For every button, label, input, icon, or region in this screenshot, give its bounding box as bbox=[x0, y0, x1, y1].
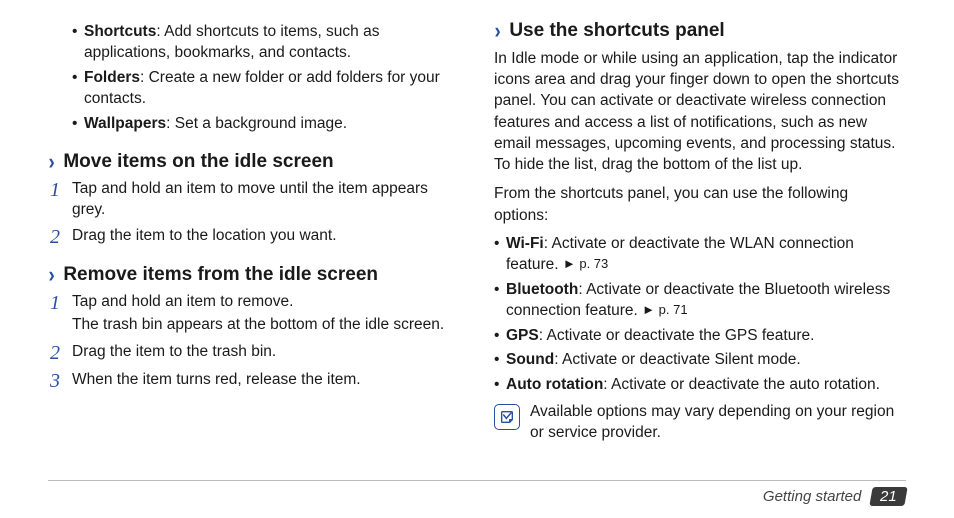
page-ref: ► p. 71 bbox=[642, 302, 687, 317]
section-heading: › Use the shortcuts panel bbox=[494, 18, 906, 42]
paragraph: In Idle mode or while using an applicati… bbox=[494, 48, 906, 175]
option-item: • Auto rotation: Activate or deactivate … bbox=[494, 375, 906, 396]
bullet-text: Shortcuts: Add shortcuts to items, such … bbox=[84, 22, 460, 64]
step-number: 3 bbox=[48, 370, 72, 392]
left-column: • Shortcuts: Add shortcuts to items, suc… bbox=[48, 18, 460, 468]
step: 2 Drag the item to the trash bin. bbox=[48, 342, 460, 364]
step: 1 Tap and hold an item to move until the… bbox=[48, 179, 460, 221]
bullet-icon: • bbox=[72, 114, 84, 135]
chevron-icon: › bbox=[49, 264, 55, 286]
section-heading: › Move items on the idle screen bbox=[48, 149, 460, 173]
step-text: Tap and hold an item to remove. The tras… bbox=[72, 292, 460, 336]
bullet-icon: • bbox=[494, 280, 506, 322]
page-ref: ► p. 73 bbox=[563, 256, 608, 271]
option-text: Sound: Activate or deactivate Silent mod… bbox=[506, 350, 906, 371]
note: Available options may vary depending on … bbox=[494, 402, 906, 444]
option-term: Auto rotation bbox=[506, 376, 603, 393]
step-text: When the item turns red, release the ite… bbox=[72, 370, 460, 392]
option-desc: : Activate or deactivate the GPS feature… bbox=[539, 327, 815, 344]
manual-page: • Shortcuts: Add shortcuts to items, suc… bbox=[0, 0, 954, 518]
step-number: 2 bbox=[48, 342, 72, 364]
option-text: GPS: Activate or deactivate the GPS feat… bbox=[506, 326, 906, 347]
section-title: Remove items from the idle screen bbox=[63, 264, 378, 286]
note-text: Available options may vary depending on … bbox=[530, 402, 906, 444]
footer-section-name: Getting started bbox=[763, 488, 861, 505]
section-title: Move items on the idle screen bbox=[63, 151, 333, 173]
bullet-term: Folders bbox=[84, 69, 140, 86]
option-desc: : Activate or deactivate the WLAN connec… bbox=[506, 235, 854, 273]
step-main: Tap and hold an item to remove. bbox=[72, 293, 293, 310]
page-number: 21 bbox=[880, 488, 897, 505]
option-term: Sound bbox=[506, 351, 554, 368]
section-title: Use the shortcuts panel bbox=[509, 20, 724, 42]
right-column: › Use the shortcuts panel In Idle mode o… bbox=[494, 18, 906, 468]
option-text: Wi-Fi: Activate or deactivate the WLAN c… bbox=[506, 234, 906, 276]
bullet-icon: • bbox=[494, 326, 506, 347]
bullet-text: Wallpapers: Set a background image. bbox=[84, 114, 460, 135]
step-text: Drag the item to the location you want. bbox=[72, 226, 460, 248]
option-item: • Sound: Activate or deactivate Silent m… bbox=[494, 350, 906, 371]
step-sub: The trash bin appears at the bottom of t… bbox=[72, 315, 460, 336]
option-item: • Wi-Fi: Activate or deactivate the WLAN… bbox=[494, 234, 906, 276]
bullet-item: • Folders: Create a new folder or add fo… bbox=[72, 68, 460, 110]
bullet-item: • Wallpapers: Set a background image. bbox=[72, 114, 460, 135]
option-term: Bluetooth bbox=[506, 281, 578, 298]
bullet-icon: • bbox=[494, 350, 506, 371]
bullet-term: Shortcuts bbox=[84, 23, 156, 40]
note-icon bbox=[494, 404, 520, 430]
option-text: Auto rotation: Activate or deactivate th… bbox=[506, 375, 906, 396]
paragraph: From the shortcuts panel, you can use th… bbox=[494, 183, 906, 225]
chevron-icon: › bbox=[49, 151, 55, 173]
section-heading: › Remove items from the idle screen bbox=[48, 262, 460, 286]
bullet-item: • Shortcuts: Add shortcuts to items, suc… bbox=[72, 22, 460, 64]
step: 3 When the item turns red, release the i… bbox=[48, 370, 460, 392]
footer: Getting started 21 bbox=[48, 480, 906, 518]
option-term: GPS bbox=[506, 327, 539, 344]
option-desc: : Activate or deactivate Silent mode. bbox=[554, 351, 800, 368]
step-text: Drag the item to the trash bin. bbox=[72, 342, 460, 364]
step: 1 Tap and hold an item to remove. The tr… bbox=[48, 292, 460, 336]
step-number: 1 bbox=[48, 179, 72, 221]
option-desc: : Activate or deactivate the auto rotati… bbox=[603, 376, 880, 393]
step-number: 2 bbox=[48, 226, 72, 248]
bullet-icon: • bbox=[72, 22, 84, 64]
bullet-icon: • bbox=[494, 375, 506, 396]
page-number-badge: 21 bbox=[870, 487, 908, 506]
option-text: Bluetooth: Activate or deactivate the Bl… bbox=[506, 280, 906, 322]
option-item: • Bluetooth: Activate or deactivate the … bbox=[494, 280, 906, 322]
option-item: • GPS: Activate or deactivate the GPS fe… bbox=[494, 326, 906, 347]
bullet-text: Folders: Create a new folder or add fold… bbox=[84, 68, 460, 110]
step: 2 Drag the item to the location you want… bbox=[48, 226, 460, 248]
option-term: Wi-Fi bbox=[506, 235, 544, 252]
chevron-icon: › bbox=[495, 20, 501, 42]
step-text: Tap and hold an item to move until the i… bbox=[72, 179, 460, 221]
bullet-desc: : Set a background image. bbox=[166, 115, 347, 132]
columns: • Shortcuts: Add shortcuts to items, suc… bbox=[48, 18, 906, 468]
bullet-icon: • bbox=[72, 68, 84, 110]
step-number: 1 bbox=[48, 292, 72, 336]
bullet-term: Wallpapers bbox=[84, 115, 166, 132]
bullet-icon: • bbox=[494, 234, 506, 276]
